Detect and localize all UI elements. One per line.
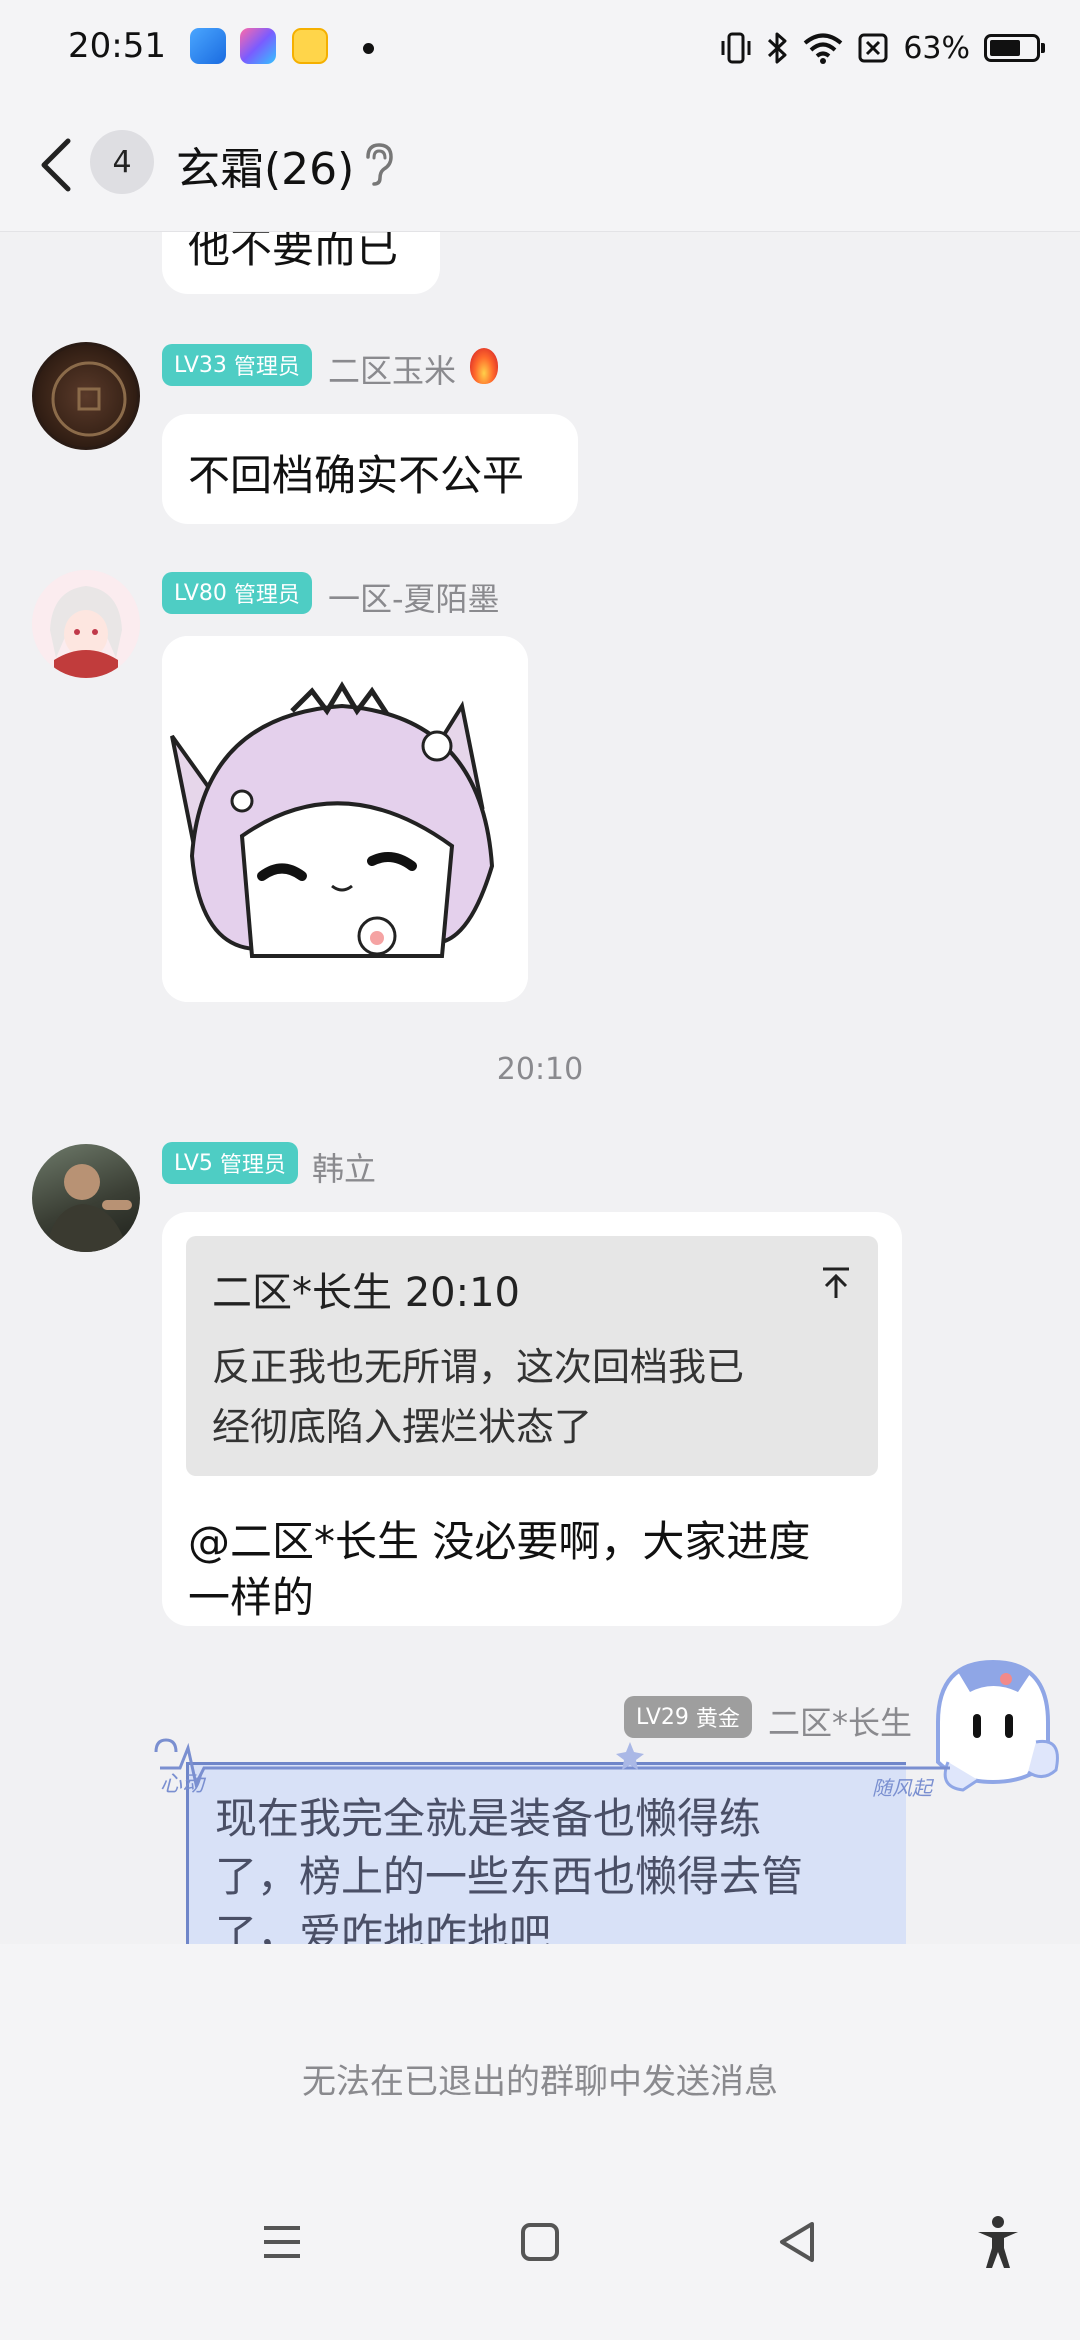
level-text: LV33 bbox=[174, 352, 227, 378]
avatar[interactable] bbox=[32, 342, 140, 450]
chat-message-list[interactable]: 他不要而已 LV33 管理员 二区玉米 不回档确实不公平 LV80 管理员 一区… bbox=[0, 232, 1080, 1944]
sticker-message[interactable] bbox=[162, 636, 528, 1002]
role-text: 黄金 bbox=[695, 1707, 740, 1732]
message-text-line: @二区*长生 没必要啊，大家进度 bbox=[188, 1517, 811, 1566]
status-bar: 20:51 63% bbox=[0, 0, 1080, 95]
no-sim-icon bbox=[858, 33, 888, 63]
sender-nickname[interactable]: 韩立 bbox=[312, 1144, 376, 1190]
message-text: 不回档确实不公平 bbox=[188, 451, 525, 500]
coin-emblem-icon bbox=[51, 361, 127, 437]
frame-text-left: 心动 bbox=[160, 1772, 205, 1797]
quoted-message[interactable]: 二区*长生 20:10 反正我也无所谓，这次回档我已 经彻底陷入摆烂状态了 bbox=[186, 1236, 878, 1476]
fire-icon bbox=[470, 348, 498, 384]
message-bubble[interactable]: 他不要而已 bbox=[162, 232, 440, 294]
level-badge: LV5 管理员 bbox=[162, 1142, 298, 1184]
home-icon[interactable] bbox=[510, 2212, 570, 2272]
level-text: LV5 bbox=[174, 1150, 213, 1176]
message-bubble[interactable]: 二区*长生 20:10 反正我也无所谓，这次回档我已 经彻底陷入摆烂状态了 @二… bbox=[162, 1212, 902, 1626]
message-text: 他不要而已 bbox=[188, 232, 399, 272]
message-bubble[interactable]: 不回档确实不公平 bbox=[162, 414, 578, 524]
quote-text-line: 反正我也无所谓，这次回档我已 bbox=[212, 1345, 745, 1389]
role-text: 管理员 bbox=[219, 1153, 286, 1178]
sender-nickname[interactable]: 二区玉米 bbox=[328, 346, 456, 392]
avatar[interactable] bbox=[32, 1144, 140, 1252]
message-text-line: 一样的 bbox=[188, 1573, 315, 1622]
quote-header: 二区*长生 20:10 bbox=[212, 1270, 520, 1316]
person-photo-avatar-icon bbox=[46, 1164, 132, 1252]
level-badge: LV80 管理员 bbox=[162, 572, 312, 614]
sender-nickname[interactable]: 一区-夏陌墨 bbox=[328, 574, 500, 620]
status-time: 20:51 bbox=[68, 26, 166, 66]
status-icons: 63% bbox=[721, 24, 1045, 72]
anime-character-avatar-icon bbox=[32, 570, 140, 678]
left-group-notice: 无法在已退出的群聊中发送消息 bbox=[302, 2062, 778, 2102]
message-text-line: 了，榜上的一些东西也懒得去管 bbox=[215, 1852, 804, 1901]
battery-percent: 63% bbox=[903, 30, 970, 66]
input-area-disabled: 无法在已退出的群聊中发送消息 bbox=[0, 1944, 1080, 2340]
chat-title[interactable]: 玄霜(26) bbox=[176, 133, 354, 197]
level-badge: LV33 管理员 bbox=[162, 344, 312, 386]
heartbeat-frame-decoration-icon bbox=[154, 1738, 950, 1789]
bluetooth-icon bbox=[768, 32, 787, 64]
star-app-icon bbox=[240, 28, 276, 64]
battery-icon bbox=[984, 34, 1045, 62]
quote-text-line: 经彻底陷入摆烂状态了 bbox=[212, 1405, 593, 1449]
level-text: LV29 bbox=[636, 1704, 689, 1730]
role-text: 管理员 bbox=[233, 583, 300, 608]
browser-app-icon bbox=[190, 28, 226, 64]
level-text: LV80 bbox=[174, 580, 227, 606]
message-text-line: 了，爱咋地咋地吧 bbox=[215, 1910, 552, 1944]
ear-icon[interactable] bbox=[360, 141, 396, 187]
back-arrow-icon[interactable] bbox=[32, 135, 82, 195]
back-triangle-icon[interactable] bbox=[768, 2212, 828, 2272]
chat-header: 4 玄霜(26) bbox=[0, 95, 1080, 232]
message-text-line: 现在我完全就是装备也懒得练 bbox=[215, 1794, 762, 1843]
unread-count-badge[interactable]: 4 bbox=[90, 130, 154, 194]
menu-icon[interactable] bbox=[252, 2212, 312, 2272]
role-text: 管理员 bbox=[233, 355, 300, 380]
accessibility-icon[interactable] bbox=[968, 2212, 1028, 2272]
jump-to-top-icon[interactable] bbox=[820, 1266, 852, 1300]
score-app-icon bbox=[292, 28, 328, 64]
notification-dot bbox=[363, 43, 374, 54]
frame-text-right: 随风起 bbox=[872, 1776, 932, 1800]
time-separator: 20:10 bbox=[496, 1052, 584, 1087]
vibrate-icon bbox=[721, 32, 751, 64]
avatar[interactable] bbox=[32, 570, 140, 678]
cat-girl-sticker-icon bbox=[162, 636, 528, 1002]
wifi-icon bbox=[804, 33, 843, 64]
